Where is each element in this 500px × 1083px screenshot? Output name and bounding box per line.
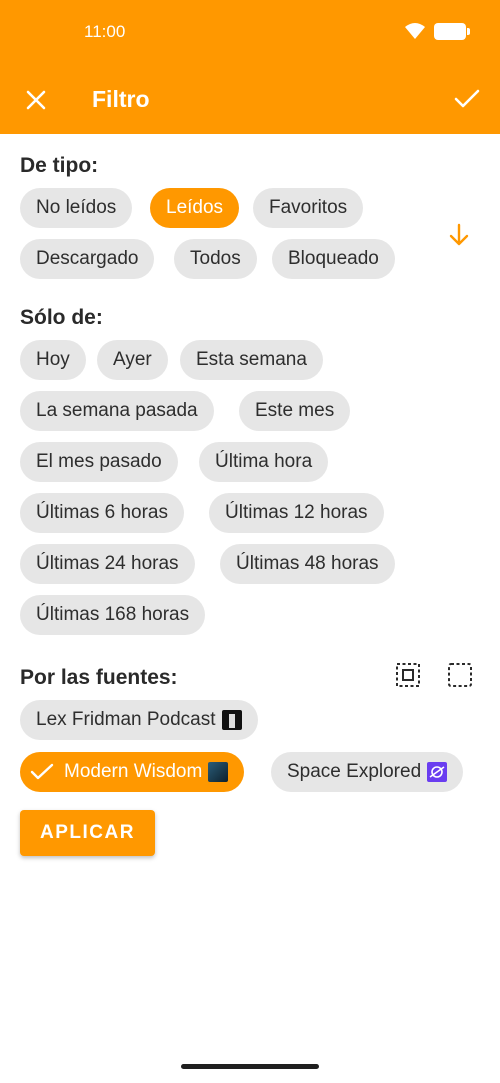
chip-time-last-168-hours[interactable]: Últimas 168 horas (20, 595, 206, 635)
chip-time-this-month[interactable]: Este mes (239, 391, 351, 431)
status-icons (404, 22, 470, 40)
chip-label: Este mes (255, 400, 335, 421)
chip-label: El mes pasado (36, 451, 162, 472)
battery-icon (434, 22, 470, 40)
planet-icon (429, 766, 445, 778)
sources-section-title: Por las fuentes: (20, 666, 178, 689)
chip-label: Bloqueado (288, 248, 379, 269)
select-all-icon[interactable] (395, 662, 421, 688)
chip-label: Hoy (36, 349, 70, 370)
chip-label: Últimas 12 horas (225, 502, 368, 523)
chip-label: Ayer (113, 349, 152, 370)
chip-label: Favoritos (269, 197, 348, 218)
chip-source-space-explored[interactable]: Space Explored (271, 752, 464, 792)
podcast-cover-icon (427, 762, 448, 782)
chip-label: Descargado (36, 248, 139, 269)
chip-time-last-12-hours[interactable]: Últimas 12 horas (209, 493, 384, 533)
home-indicator[interactable] (181, 1064, 319, 1069)
wifi-icon (405, 23, 425, 39)
confirm-button[interactable] (452, 84, 482, 114)
podcast-cover-icon (208, 762, 229, 782)
podcast-cover-icon (221, 710, 242, 730)
chip-label: Esta semana (196, 349, 307, 370)
chip-label: Última hora (215, 451, 313, 472)
chip-label: Leídos (166, 197, 224, 218)
chip-label: La semana pasada (36, 400, 198, 421)
chip-time-this-week[interactable]: Esta semana (180, 340, 323, 380)
chip-label: Últimas 48 horas (236, 553, 379, 574)
chip-type-unread[interactable]: No leídos (20, 188, 133, 228)
chip-label: No leídos (36, 197, 117, 218)
chip-source-modern-wisdom[interactable]: Modern Wisdom (20, 752, 245, 792)
chip-time-last-6-hours[interactable]: Últimas 6 horas (20, 493, 184, 533)
chip-type-blocked[interactable]: Bloqueado (272, 239, 395, 279)
chip-label: Últimas 168 horas (36, 604, 190, 625)
chip-label: Todos (190, 248, 241, 269)
type-section-title: De tipo: (20, 154, 99, 177)
close-button[interactable] (22, 86, 50, 114)
arrow-down-icon[interactable] (446, 222, 472, 248)
podcast-cover-figure (228, 714, 235, 728)
chip-type-read[interactable]: Leídos (150, 188, 240, 228)
close-icon (26, 90, 46, 110)
chip-source-lex-fridman[interactable]: Lex Fridman Podcast (20, 700, 258, 740)
chip-type-favorites[interactable]: Favoritos (253, 188, 364, 228)
check-icon (454, 89, 480, 108)
chip-time-yesterday[interactable]: Ayer (97, 340, 168, 380)
chip-label: Modern Wisdom (64, 761, 203, 782)
page-title: Filtro (92, 86, 150, 112)
chip-time-last-month[interactable]: El mes pasado (20, 442, 178, 482)
status-time: 11:00 (84, 22, 126, 41)
chip-type-downloaded[interactable]: Descargado (20, 239, 155, 279)
chip-time-last-24-hours[interactable]: Últimas 24 horas (20, 544, 195, 584)
chip-time-last-48-hours[interactable]: Últimas 48 horas (220, 544, 395, 584)
chip-time-today[interactable]: Hoy (20, 340, 86, 380)
time-section-title: Sólo de: (20, 306, 103, 329)
chip-label: Últimas 6 horas (36, 502, 168, 523)
chip-label: Últimas 24 horas (36, 553, 179, 574)
chip-label: Space Explored (287, 761, 422, 782)
chip-type-all[interactable]: Todos (174, 239, 257, 279)
deselect-all-icon[interactable] (447, 662, 473, 688)
check-icon (30, 763, 54, 780)
apply-button[interactable]: APLICAR (20, 810, 155, 856)
app-bar: 11:00 Filtro (0, 0, 500, 134)
chip-time-last-hour[interactable]: Última hora (199, 442, 329, 482)
chip-time-last-week[interactable]: La semana pasada (20, 391, 214, 431)
chip-label: Lex Fridman Podcast (36, 709, 216, 730)
